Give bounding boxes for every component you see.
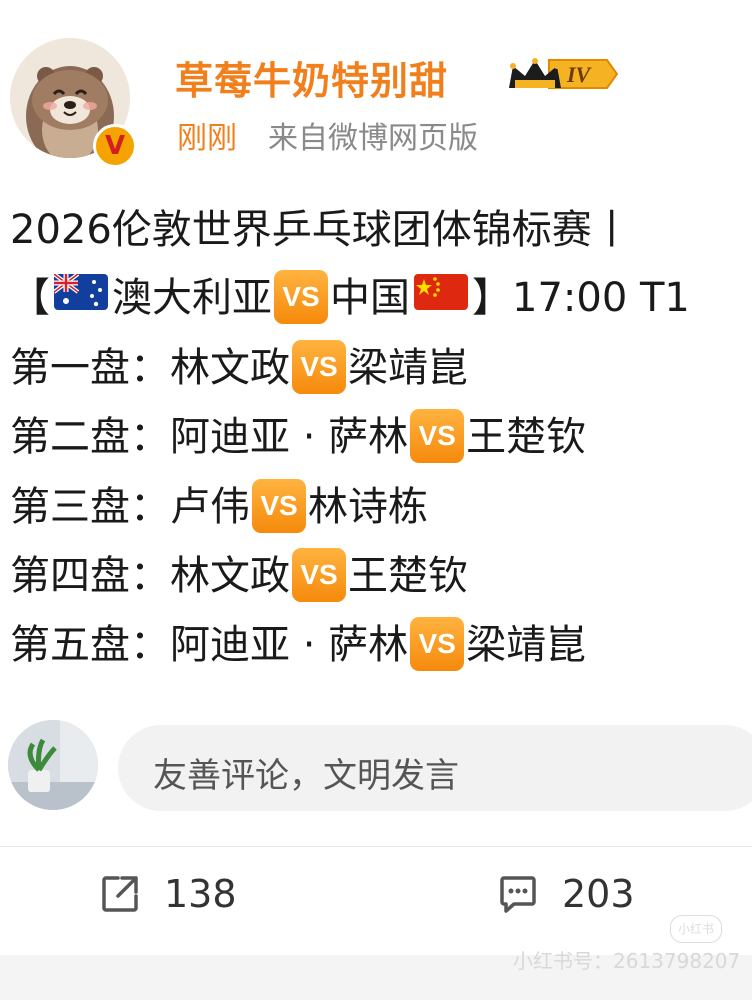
divider (0, 846, 752, 847)
comment-icon (500, 876, 536, 913)
game-label: 第二盘： (10, 414, 170, 460)
match-line: 【 澳大利亚 VS 中国 】17:00 T1 (10, 270, 690, 327)
game-line-1: 第一盘：林文政 VS 梁靖崑 (10, 340, 468, 397)
australia-flag-icon (52, 272, 108, 322)
game-player-b: 梁靖崑 (348, 345, 468, 391)
vs-icon: VS (410, 617, 465, 671)
post-time: 刚刚 (177, 121, 237, 156)
comment-button[interactable]: 203 (496, 872, 635, 916)
verified-v-icon: V (93, 124, 137, 168)
watermark-logo: 小红书 (670, 915, 722, 943)
game-player-b: 林诗栋 (308, 484, 428, 530)
game-player-b: 王楚钦 (348, 553, 468, 599)
match-bracket-open: 【 (10, 275, 50, 321)
game-label: 第五盘： (10, 622, 170, 668)
svg-text:IV: IV (566, 62, 593, 87)
game-player-b: 梁靖崑 (466, 622, 587, 668)
game-label: 第四盘： (10, 553, 170, 599)
team-a-name: 澳大利亚 (112, 275, 272, 321)
vs-icon: VS (274, 270, 328, 324)
team-b-name: 中国 (330, 275, 410, 321)
game-player-a: 阿迪亚 · 萨林 (170, 622, 409, 668)
game-line-5: 第五盘：阿迪亚 · 萨林 VS 梁靖崑 (10, 617, 587, 674)
game-player-a: 阿迪亚 · 萨林 (170, 414, 409, 460)
post-source: 来自微博网页版 (268, 121, 478, 156)
game-line-3: 第三盘：卢伟 VS 林诗栋 (10, 479, 428, 536)
game-label: 第三盘： (10, 484, 170, 530)
vs-icon: VS (410, 409, 465, 463)
game-line-4: 第四盘：林文政 VS 王楚钦 (10, 548, 468, 605)
game-player-b: 王楚钦 (466, 414, 587, 460)
repost-button[interactable]: 138 (98, 872, 237, 916)
china-flag-icon (414, 272, 468, 322)
vs-icon: VS (292, 340, 346, 394)
my-avatar[interactable] (8, 720, 98, 810)
repost-count: 138 (164, 872, 237, 916)
post-title: 2026伦敦世界乒乓球团体锦标赛丨 (10, 207, 632, 253)
plant-avatar-icon (8, 720, 98, 810)
game-player-a: 卢伟 (170, 484, 250, 530)
comment-count: 203 (562, 872, 635, 916)
comment-placeholder: 友善评论，文明发言 (153, 756, 459, 796)
vs-icon: VS (252, 479, 306, 533)
game-player-a: 林文政 (170, 553, 290, 599)
watermark-text: 小红书号：2613798207 (513, 949, 741, 973)
match-time: 】17:00 T1 (472, 275, 690, 321)
vs-icon: VS (292, 548, 346, 602)
author-name[interactable]: 草莓牛奶特别甜 (175, 50, 448, 105)
repost-icon (102, 876, 138, 912)
game-line-2: 第二盘：阿迪亚 · 萨林 VS 王楚钦 (10, 409, 587, 466)
game-label: 第一盘： (10, 345, 170, 391)
game-player-a: 林文政 (170, 345, 290, 391)
crown-level-icon[interactable]: IV (505, 52, 623, 100)
